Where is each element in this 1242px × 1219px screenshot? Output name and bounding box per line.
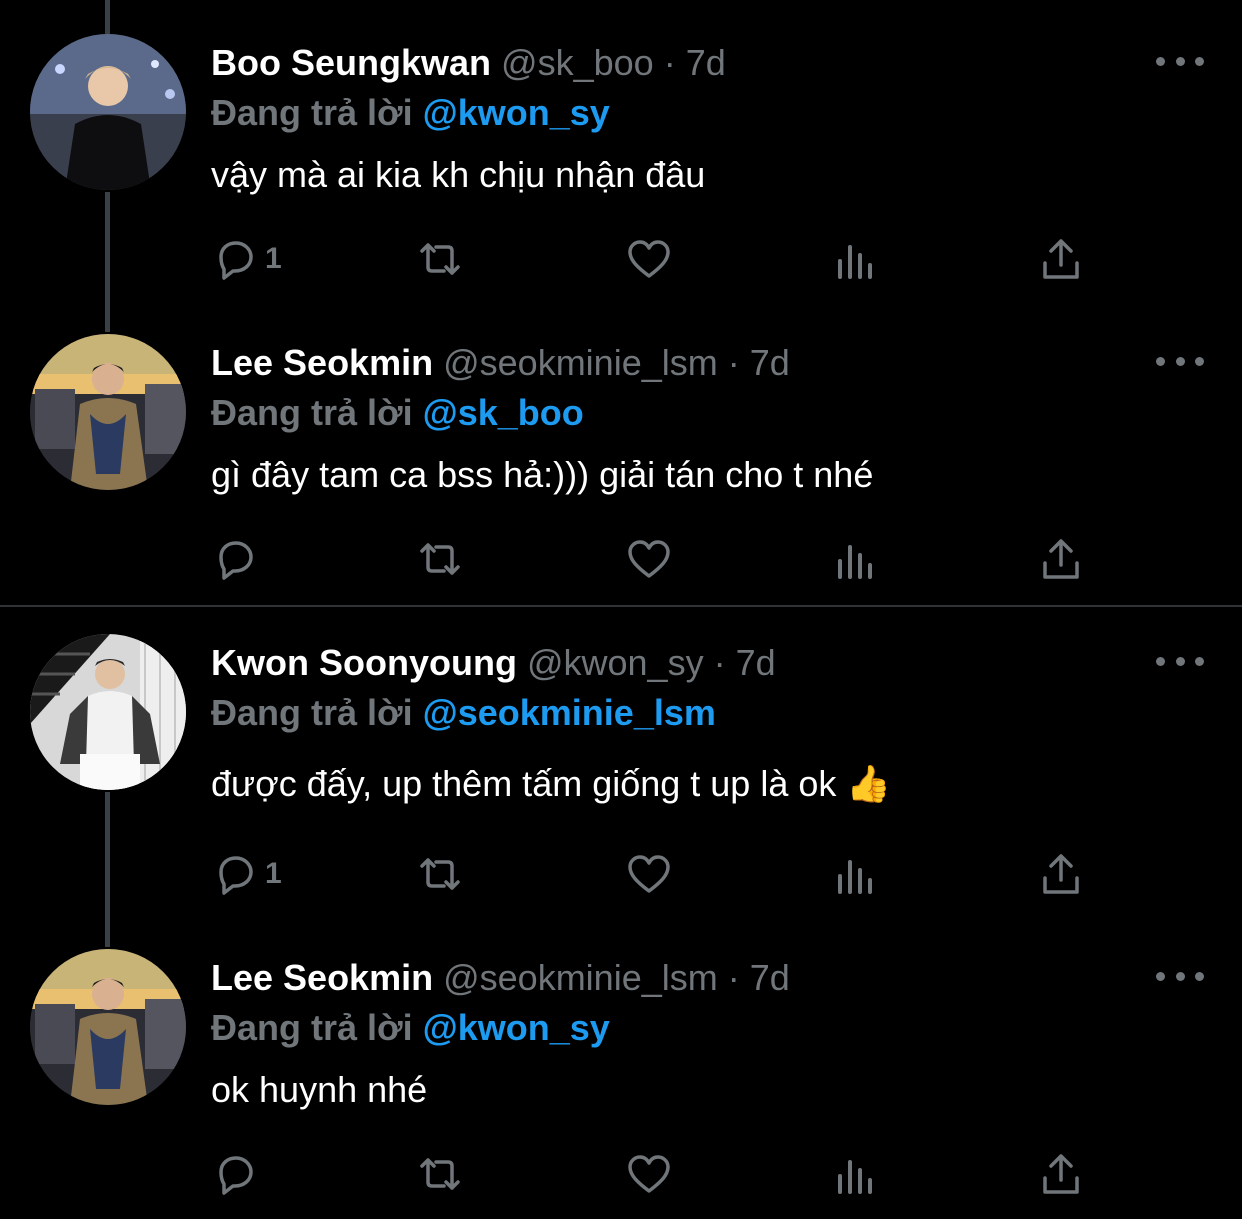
avatar-photo: [30, 949, 186, 1105]
avatar[interactable]: [30, 949, 186, 1105]
separator-dot: ·: [727, 342, 740, 383]
reply-icon: [219, 541, 253, 580]
more-icon[interactable]: [1156, 346, 1204, 376]
replying-to-label: Đang trả lời: [211, 92, 413, 133]
avatar[interactable]: [30, 634, 186, 790]
views-icon: [838, 545, 872, 579]
retweet-icon: [420, 858, 460, 890]
share-icon: [1043, 539, 1079, 579]
views-button[interactable]: [832, 1149, 880, 1199]
retweet-icon: [420, 243, 460, 275]
display-name[interactable]: Lee Seokmin: [211, 342, 433, 383]
views-button[interactable]: [832, 849, 880, 899]
mention-link[interactable]: @seokminie_lsm: [423, 692, 716, 733]
reply-count: 1: [265, 242, 282, 275]
avatar[interactable]: [30, 34, 186, 190]
share-button[interactable]: [1037, 1149, 1085, 1199]
avatar-photo: [30, 334, 186, 490]
views-icon: [838, 1160, 872, 1194]
retweet-button[interactable]: [416, 1149, 464, 1199]
replying-to: Đang trả lời @seokminie_lsm: [211, 690, 716, 736]
reply-button[interactable]: 1: [211, 849, 282, 899]
more-icon[interactable]: [1156, 46, 1204, 76]
timestamp[interactable]: 7d: [736, 642, 776, 683]
tweet-header: Lee Seokmin @seokminie_lsm · 7d: [211, 340, 790, 386]
tweet-header: Boo Seungkwan @sk_boo · 7d: [211, 40, 726, 86]
action-bar: [211, 1129, 1111, 1219]
tweet[interactable]: Boo Seungkwan @sk_boo · 7d Đang trả lời …: [0, 0, 1242, 300]
heart-icon: [628, 540, 670, 578]
reply-button[interactable]: [211, 1149, 265, 1199]
more-icon[interactable]: [1156, 646, 1204, 676]
handle[interactable]: @kwon_sy: [527, 642, 704, 683]
replying-to-label: Đang trả lời: [211, 392, 413, 433]
replying-to-label: Đang trả lời: [211, 1007, 413, 1048]
like-button[interactable]: [625, 1149, 673, 1199]
separator-dot: ·: [727, 957, 740, 998]
views-icon: [838, 860, 872, 894]
heart-icon: [628, 240, 670, 278]
reply-icon: [219, 241, 253, 280]
timestamp[interactable]: 7d: [750, 342, 790, 383]
action-bar: 1: [211, 829, 1111, 919]
more-icon[interactable]: [1156, 961, 1204, 991]
share-icon: [1043, 854, 1079, 894]
tweet-header: Kwon Soonyoung @kwon_sy · 7d: [211, 640, 776, 686]
retweet-button[interactable]: [416, 849, 464, 899]
mention-link[interactable]: @kwon_sy: [423, 1007, 610, 1048]
reply-icon: [219, 856, 253, 895]
display-name[interactable]: Lee Seokmin: [211, 957, 433, 998]
share-icon: [1043, 1154, 1079, 1194]
replying-to: Đang trả lời @sk_boo: [211, 390, 584, 436]
share-button[interactable]: [1037, 534, 1085, 584]
views-button[interactable]: [832, 534, 880, 584]
share-button[interactable]: [1037, 234, 1085, 284]
heart-icon: [628, 1155, 670, 1193]
display-name[interactable]: Boo Seungkwan: [211, 42, 491, 83]
timestamp[interactable]: 7d: [686, 42, 726, 83]
mention-link[interactable]: @kwon_sy: [423, 92, 610, 133]
tweet[interactable]: Kwon Soonyoung @kwon_sy · 7d Đang trả lờ…: [0, 615, 1242, 915]
reply-count: 1: [265, 857, 282, 890]
display-name[interactable]: Kwon Soonyoung: [211, 642, 517, 683]
replying-to-label: Đang trả lời: [211, 692, 413, 733]
action-bar: [211, 514, 1111, 604]
tweet-header: Lee Seokmin @seokminie_lsm · 7d: [211, 955, 790, 1001]
reply-button[interactable]: [211, 534, 265, 584]
reply-button[interactable]: 1: [211, 234, 282, 284]
action-bar: 1: [211, 214, 1111, 304]
avatar[interactable]: [30, 334, 186, 490]
separator-dot: ·: [713, 642, 726, 683]
tweet-text: được đấy, up thêm tấm giống t up là ok 👍: [211, 763, 892, 804]
handle[interactable]: @seokminie_lsm: [443, 342, 718, 383]
replying-to: Đang trả lời @kwon_sy: [211, 1005, 610, 1051]
retweet-icon: [420, 1158, 460, 1190]
tweet-text: gì đây tam ca bss hả:))) giải tán cho t …: [211, 454, 874, 495]
timestamp[interactable]: 7d: [750, 957, 790, 998]
retweet-icon: [420, 543, 460, 575]
avatar-photo: [30, 634, 186, 790]
reply-icon: [219, 1156, 253, 1195]
tweet-text: vậy mà ai kia kh chịu nhận đâu: [211, 154, 706, 195]
share-button[interactable]: [1037, 849, 1085, 899]
tweet-text: ok huynh nhé: [211, 1069, 428, 1110]
views-icon: [838, 245, 872, 279]
replying-to: Đang trả lời @kwon_sy: [211, 90, 610, 136]
tweet[interactable]: Lee Seokmin @seokminie_lsm · 7d Đang trả…: [0, 300, 1242, 605]
avatar-photo: [30, 34, 186, 190]
mention-link[interactable]: @sk_boo: [423, 392, 584, 433]
like-button[interactable]: [625, 234, 673, 284]
retweet-button[interactable]: [416, 234, 464, 284]
share-icon: [1043, 239, 1079, 279]
conversation-divider: [0, 605, 1242, 607]
separator-dot: ·: [663, 42, 676, 83]
handle[interactable]: @seokminie_lsm: [443, 957, 718, 998]
views-button[interactable]: [832, 234, 880, 284]
like-button[interactable]: [625, 534, 673, 584]
handle[interactable]: @sk_boo: [501, 42, 654, 83]
tweet[interactable]: Lee Seokmin @seokminie_lsm · 7d Đang trả…: [0, 915, 1242, 1219]
retweet-button[interactable]: [416, 534, 464, 584]
like-button[interactable]: [625, 849, 673, 899]
heart-icon: [628, 855, 670, 893]
